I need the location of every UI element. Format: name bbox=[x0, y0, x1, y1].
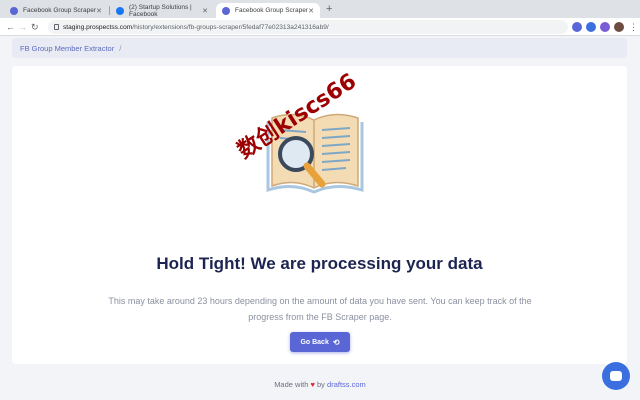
back-arrow-icon[interactable]: ← bbox=[6, 20, 15, 34]
page-title: Hold Tight! We are processing your data bbox=[156, 254, 483, 273]
go-back-label: Go Back bbox=[300, 338, 329, 346]
close-tab-icon[interactable]: ✕ bbox=[202, 7, 208, 15]
breadcrumb-separator: / bbox=[119, 43, 122, 53]
undo-icon: ⟲ bbox=[332, 337, 340, 347]
avatar[interactable] bbox=[614, 22, 624, 32]
extension-icon[interactable] bbox=[600, 22, 610, 32]
footer-brand-link[interactable]: draftss.com bbox=[327, 380, 366, 389]
heart-icon: ♥ bbox=[310, 380, 315, 389]
breadcrumb: FB Group Member Extractor / bbox=[12, 38, 627, 58]
url-host: staging.prospectss.com bbox=[63, 23, 133, 31]
footer: Made with ♥ by draftss.com bbox=[0, 380, 640, 389]
facebook-favicon-icon bbox=[116, 6, 124, 15]
address-bar[interactable]: staging.prospectss.com/history/extension… bbox=[48, 20, 568, 34]
browser-tab-active[interactable]: Facebook Group Scraper ✕ bbox=[216, 3, 320, 18]
tab-bar: Facebook Group Scraper ✕ (2) Startup Sol… bbox=[0, 0, 640, 18]
favicon-icon bbox=[222, 6, 230, 15]
forward-arrow-icon[interactable]: → bbox=[18, 20, 27, 34]
tab-title: Facebook Group Scraper bbox=[23, 7, 96, 14]
chat-icon bbox=[610, 371, 622, 381]
close-tab-icon[interactable]: ✕ bbox=[96, 7, 102, 15]
browser-tab[interactable]: Facebook Group Scraper ✕ bbox=[4, 3, 108, 18]
favicon-icon bbox=[10, 6, 18, 15]
browser-tab[interactable]: (2) Startup Solutions | Facebook ✕ bbox=[110, 3, 214, 18]
close-tab-icon[interactable]: ✕ bbox=[308, 7, 314, 15]
lock-icon bbox=[54, 24, 59, 30]
status-description: This may take around 23 hours depending … bbox=[108, 296, 532, 322]
new-tab-button[interactable]: + bbox=[326, 3, 332, 15]
menu-icon[interactable]: ⋮ bbox=[629, 20, 638, 34]
reload-icon[interactable]: ↻ bbox=[31, 20, 39, 34]
extension-icon[interactable] bbox=[586, 22, 596, 32]
browser-toolbar: ← → ↻ staging.prospectss.com/history/ext… bbox=[0, 18, 640, 36]
footer-by: by bbox=[317, 380, 325, 389]
chat-button[interactable] bbox=[602, 362, 630, 390]
extension-icon[interactable] bbox=[572, 22, 582, 32]
tab-title: Facebook Group Scraper bbox=[235, 7, 308, 14]
breadcrumb-item[interactable]: FB Group Member Extractor bbox=[20, 44, 114, 53]
go-back-button[interactable]: Go Back ⟲ bbox=[290, 332, 350, 352]
url-path: /history/extensions/fb-groups-scraper/5f… bbox=[132, 23, 329, 31]
footer-prefix: Made with bbox=[274, 380, 309, 389]
tab-title: (2) Startup Solutions | Facebook bbox=[129, 3, 192, 18]
